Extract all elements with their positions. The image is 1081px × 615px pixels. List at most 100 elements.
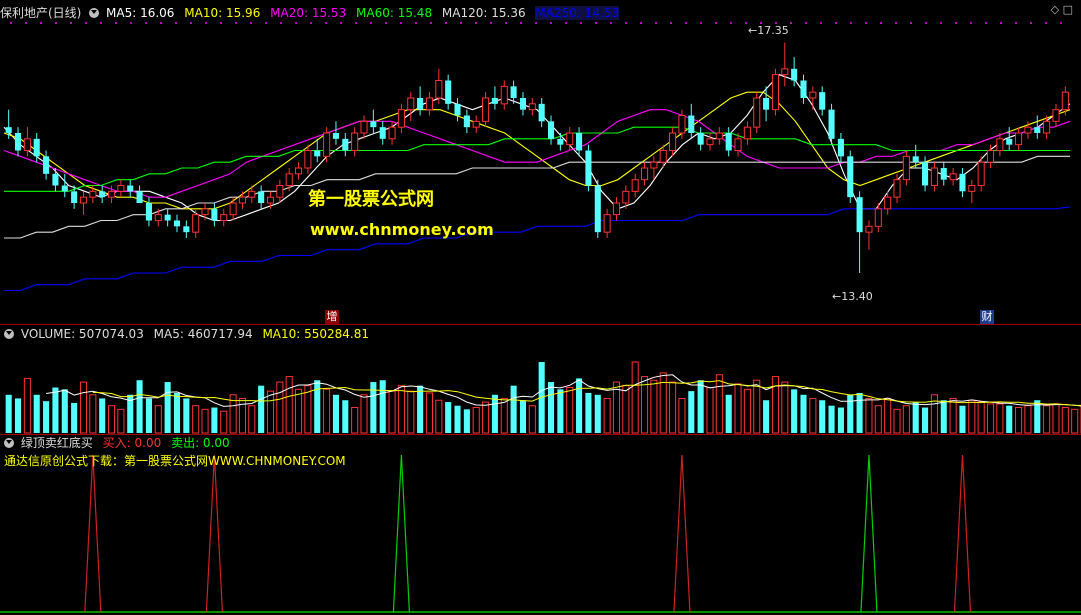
candle-body-up xyxy=(117,185,125,192)
volume-bar-up xyxy=(201,408,209,434)
ma-line-ma250 xyxy=(4,206,1071,292)
candle-body-up xyxy=(622,190,630,204)
signal-spike-buy xyxy=(953,454,972,613)
volume-ma10: MA10: 550284.81 xyxy=(262,327,370,341)
top-dot xyxy=(880,22,882,24)
top-dot xyxy=(25,22,27,24)
volume-bar-up xyxy=(220,410,228,434)
signal-spikes xyxy=(0,454,1081,613)
signal-dropdown-icon[interactable] xyxy=(4,438,14,448)
top-dot xyxy=(220,22,222,24)
candle-body-up xyxy=(201,208,209,216)
volume-bar-down xyxy=(688,391,695,433)
ma-line-ma60 xyxy=(4,126,1070,192)
volume-bar-down xyxy=(828,405,835,433)
candle-body-up xyxy=(884,196,892,210)
signal-spike-sell xyxy=(860,454,878,613)
volume-bar-up xyxy=(360,394,368,434)
top-dot xyxy=(940,22,942,24)
candle-body-down xyxy=(342,138,349,151)
volume-bar-down xyxy=(585,392,592,433)
candle-body-up xyxy=(968,185,976,192)
marker-zeng: 增 xyxy=(325,310,339,324)
candle-body-up xyxy=(706,138,714,146)
candle-body-up xyxy=(715,132,723,140)
volume-bar-up xyxy=(734,383,742,434)
candle-body-down xyxy=(725,133,732,151)
candle-body-down xyxy=(99,191,106,198)
high-price-label: ←17.35 xyxy=(748,24,789,37)
buy-value: 买入: 0.00 xyxy=(102,436,162,450)
volume-bar-down xyxy=(332,394,339,433)
volume-bar-up xyxy=(107,405,116,434)
volume-bar-up xyxy=(500,397,508,434)
volume-bar-up xyxy=(986,403,995,434)
candle-body-up xyxy=(631,179,639,192)
watermark-url[interactable]: www.chnmoney.com xyxy=(310,220,494,239)
candle-body-up xyxy=(192,214,200,233)
candle-body-up xyxy=(640,167,649,181)
top-dot xyxy=(1030,22,1032,24)
candle-body-down xyxy=(576,133,583,151)
chart-canvas xyxy=(0,22,1081,613)
candle-body-down xyxy=(763,98,770,110)
volume-bar-up xyxy=(865,397,873,434)
volume-bar-up xyxy=(996,403,1004,434)
volume-bar-down xyxy=(819,400,826,433)
low-price-value: 13.40 xyxy=(841,290,873,303)
volume-bar-up xyxy=(893,408,901,434)
top-dot xyxy=(850,22,852,24)
top-dot xyxy=(1015,22,1017,24)
top-dot xyxy=(895,22,897,24)
candle-body-down xyxy=(164,214,171,221)
volume-bar-down xyxy=(491,394,498,433)
volume-bar-down xyxy=(211,407,218,433)
volume-bar-down xyxy=(445,402,452,433)
top-dot xyxy=(445,22,447,24)
top-dot xyxy=(295,22,297,24)
volume-bar-up xyxy=(884,397,892,434)
signal-note: 通达信原创公式下载：第一股票公式网WWW.CHNMONEY.COM xyxy=(4,454,346,468)
top-dot xyxy=(535,22,537,24)
volume-bar-down xyxy=(342,400,349,433)
top-dot xyxy=(430,22,432,24)
volume-bar-up xyxy=(566,387,574,434)
volume-dropdown-icon[interactable] xyxy=(4,329,14,339)
candle-body-down xyxy=(43,156,50,174)
top-dot xyxy=(805,22,807,24)
volume-bar-up xyxy=(603,397,611,434)
candle-body-down xyxy=(258,191,265,203)
volume-bar-up xyxy=(248,405,256,434)
top-dot xyxy=(115,22,117,24)
top-dot xyxy=(730,22,732,24)
volume-bar-down xyxy=(145,398,152,433)
top-dot xyxy=(745,22,747,24)
candle-body-down xyxy=(594,185,601,233)
top-dot xyxy=(985,22,987,24)
volume-bar-up xyxy=(902,405,910,434)
candle-body-up xyxy=(771,74,779,111)
candles xyxy=(5,42,1069,273)
volume-bar-down xyxy=(379,380,386,433)
volume-bar-up xyxy=(650,379,658,434)
signal-spike-buy xyxy=(673,454,691,613)
volume-bar-up xyxy=(154,405,162,434)
candle-body-up xyxy=(977,161,985,187)
candle-body-down xyxy=(33,138,40,157)
volume-bar-down xyxy=(697,380,704,433)
candle-body-up xyxy=(734,138,742,151)
volume-bar-down xyxy=(183,398,190,433)
signal-spike-buy xyxy=(205,454,223,613)
candle-body-up xyxy=(949,173,957,181)
candle-body-down xyxy=(688,115,695,133)
candle-body-up xyxy=(248,190,256,198)
volume-bar-up xyxy=(388,390,396,434)
candle-body-up xyxy=(986,150,995,163)
top-dot xyxy=(175,22,177,24)
volume-bar-up xyxy=(285,376,293,434)
volume-bar-down xyxy=(547,382,555,433)
volume-bar-up xyxy=(1071,408,1079,434)
volume-bar-down xyxy=(43,401,50,433)
volume-bar-up xyxy=(1043,405,1051,434)
volume-bar-down xyxy=(314,380,321,433)
